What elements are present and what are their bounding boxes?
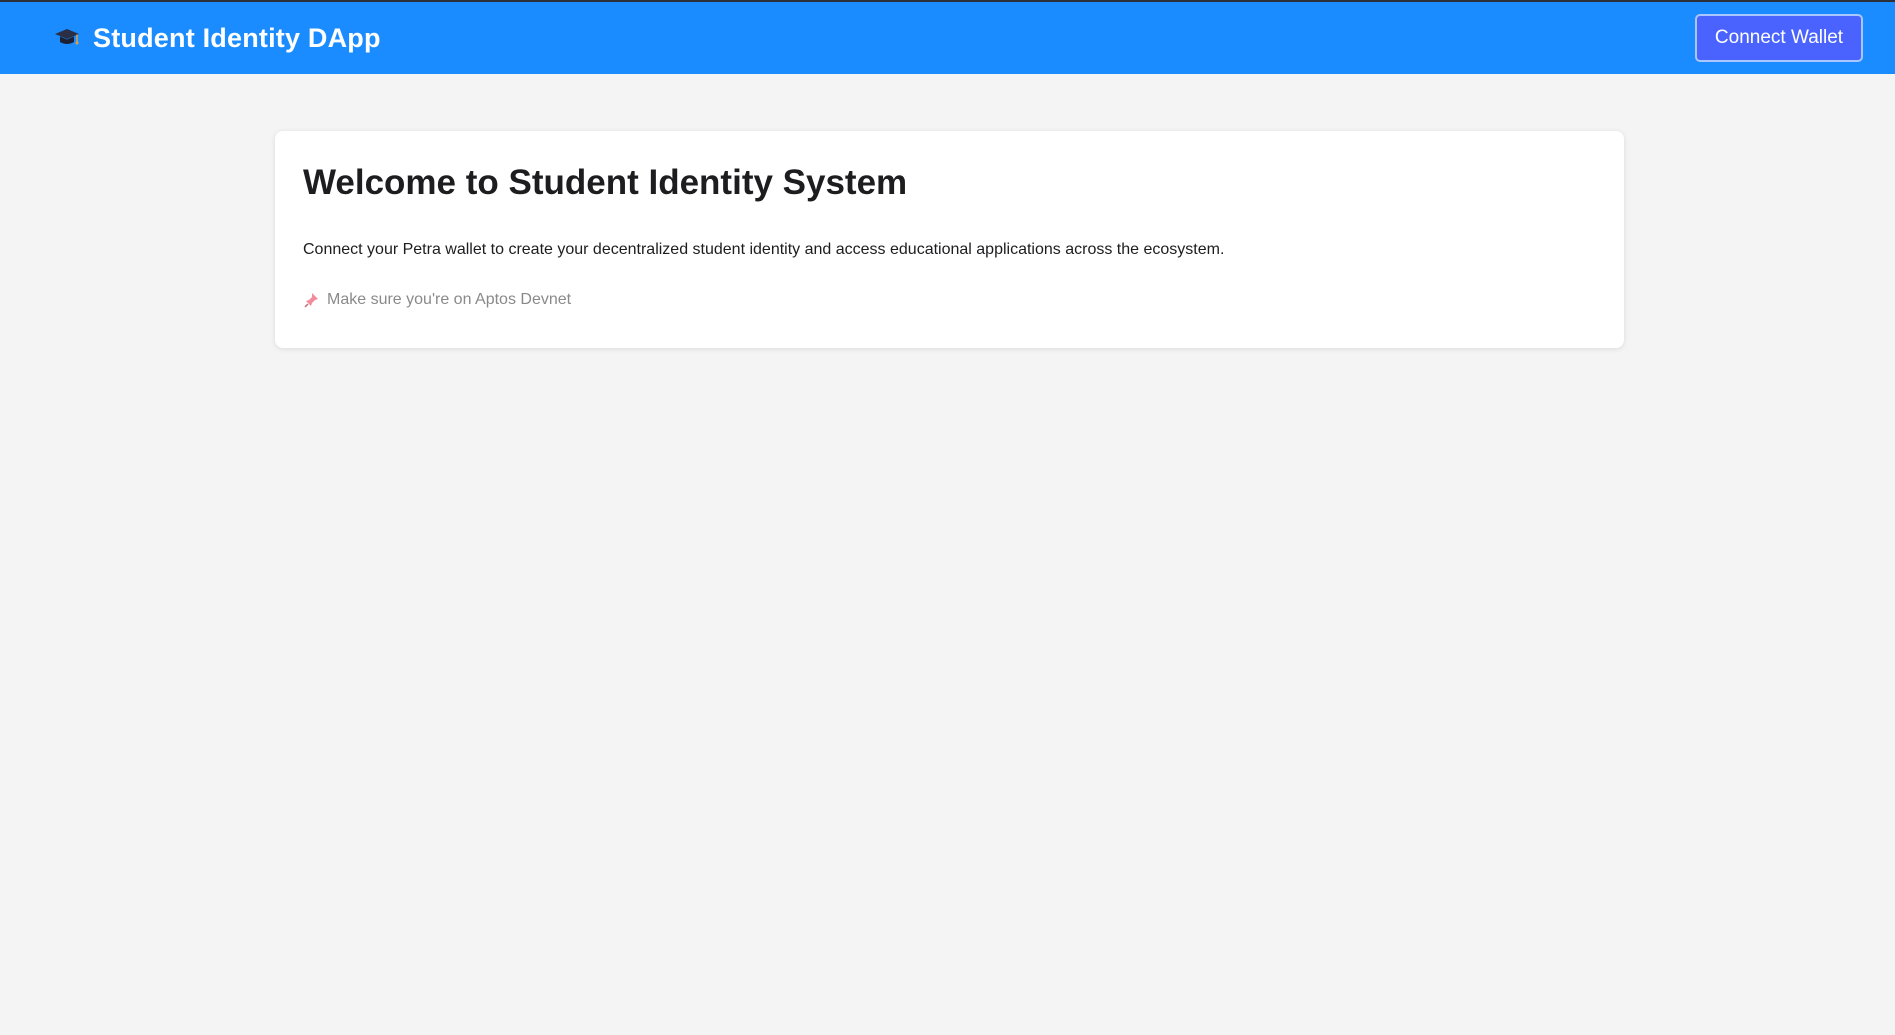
graduation-cap-icon	[53, 24, 81, 52]
pushpin-icon	[303, 291, 321, 309]
welcome-card: Welcome to Student Identity System Conne…	[275, 131, 1624, 348]
brand: Student Identity DApp	[53, 23, 381, 54]
welcome-description: Connect your Petra wallet to create your…	[303, 241, 1225, 258]
connect-wallet-button[interactable]: Connect Wallet	[1695, 14, 1863, 62]
welcome-title: Welcome to Student Identity System	[303, 163, 908, 202]
network-note-text: Make sure you're on Aptos Devnet	[327, 291, 572, 308]
app-header: Student Identity DApp Connect Wallet	[0, 2, 1895, 74]
network-note: Make sure you're on Aptos Devnet	[303, 291, 1596, 309]
app-title: Student Identity DApp	[93, 22, 381, 53]
